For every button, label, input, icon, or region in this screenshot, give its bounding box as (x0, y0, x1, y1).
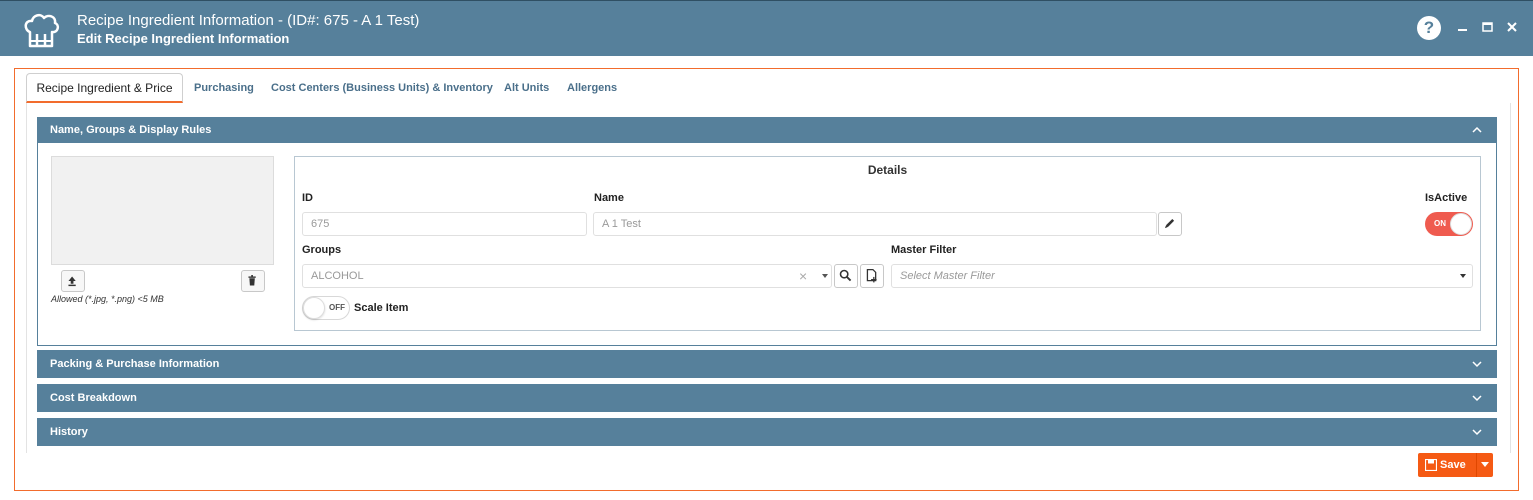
save-options-dropdown[interactable] (1476, 453, 1493, 477)
clear-icon[interactable]: × (799, 268, 807, 284)
chevron-down-icon (1472, 361, 1482, 368)
tab-purchasing[interactable]: Purchasing (194, 78, 254, 102)
section-label: Packing & Purchase Information (50, 358, 220, 370)
close-icon[interactable] (1505, 20, 1519, 34)
section-packing-header[interactable]: Packing & Purchase Information (37, 350, 1497, 378)
chevron-down-icon[interactable] (1458, 272, 1468, 280)
isactive-toggle[interactable]: ON (1425, 212, 1473, 236)
section-history-header[interactable]: History (37, 418, 1497, 446)
toggle-state-off: OFF (329, 303, 345, 312)
image-preview[interactable] (51, 156, 274, 265)
section-label: History (50, 426, 88, 438)
toggle-knob (1450, 213, 1472, 235)
chevron-down-icon (1472, 429, 1482, 436)
floppy-disk-icon (1425, 459, 1437, 471)
details-box: Details (294, 156, 1481, 331)
toggle-knob (303, 297, 325, 319)
master-filter-select[interactable]: Select Master Filter (891, 264, 1473, 288)
minimize-icon[interactable] (1456, 20, 1470, 34)
groups-label: Groups (302, 244, 342, 256)
section-cost-breakdown-header[interactable]: Cost Breakdown (37, 384, 1497, 412)
name-label: Name (594, 192, 624, 204)
master-filter-placeholder: Select Master Filter (900, 270, 995, 282)
allowed-file-types: Allowed (*.jpg, *.png) <5 MB (51, 294, 164, 304)
window-titlebar: Recipe Ingredient Information - (ID#: 67… (0, 0, 1533, 56)
isactive-label: IsActive (1425, 192, 1468, 204)
section-label: Cost Breakdown (50, 392, 137, 404)
save-label: Save (1440, 459, 1466, 471)
pencil-icon (1164, 218, 1175, 229)
delete-image-button[interactable] (241, 270, 265, 292)
section-name-groups-header[interactable]: Name, Groups & Display Rules (37, 117, 1497, 143)
master-filter-label: Master Filter (891, 244, 957, 256)
id-field: 675 (302, 212, 587, 236)
tab-cost-centers[interactable]: Cost Centers (Business Units) & Inventor… (271, 78, 493, 102)
window-title: Recipe Ingredient Information - (ID#: 67… (77, 12, 420, 29)
upload-icon (68, 276, 76, 287)
caret-down-icon (1481, 462, 1489, 467)
upload-button[interactable] (61, 270, 85, 292)
add-document-icon (866, 268, 877, 283)
groups-value: ALCOHOL (311, 270, 364, 282)
edit-name-button[interactable] (1158, 212, 1182, 236)
tab-allergens[interactable]: Allergens (567, 78, 617, 102)
section-label: Name, Groups & Display Rules (50, 124, 212, 136)
name-field[interactable]: A 1 Test (593, 212, 1157, 236)
id-label: ID (302, 192, 313, 204)
tab-alt-units[interactable]: Alt Units (504, 78, 549, 102)
chevron-up-icon (1472, 126, 1482, 133)
save-button[interactable]: Save (1418, 453, 1476, 477)
help-icon[interactable]: ? (1417, 16, 1441, 40)
chevron-down-icon[interactable] (820, 272, 830, 280)
maximize-icon[interactable] (1481, 20, 1495, 34)
details-title: Details (867, 163, 908, 177)
window-subtitle: Edit Recipe Ingredient Information (77, 31, 290, 46)
chevron-down-icon (1472, 395, 1482, 402)
scale-item-toggle[interactable]: OFF (302, 296, 350, 320)
scale-item-label: Scale Item (354, 302, 409, 314)
trash-icon (248, 275, 256, 286)
search-icon (839, 269, 852, 282)
chef-hat-icon (24, 13, 60, 48)
add-group-button[interactable] (860, 264, 884, 288)
toggle-state-on: ON (1434, 219, 1446, 228)
groups-select[interactable]: ALCOHOL (302, 264, 832, 288)
search-groups-button[interactable] (834, 264, 858, 288)
tab-recipe-ingredient-price[interactable]: Recipe Ingredient & Price (26, 73, 183, 103)
